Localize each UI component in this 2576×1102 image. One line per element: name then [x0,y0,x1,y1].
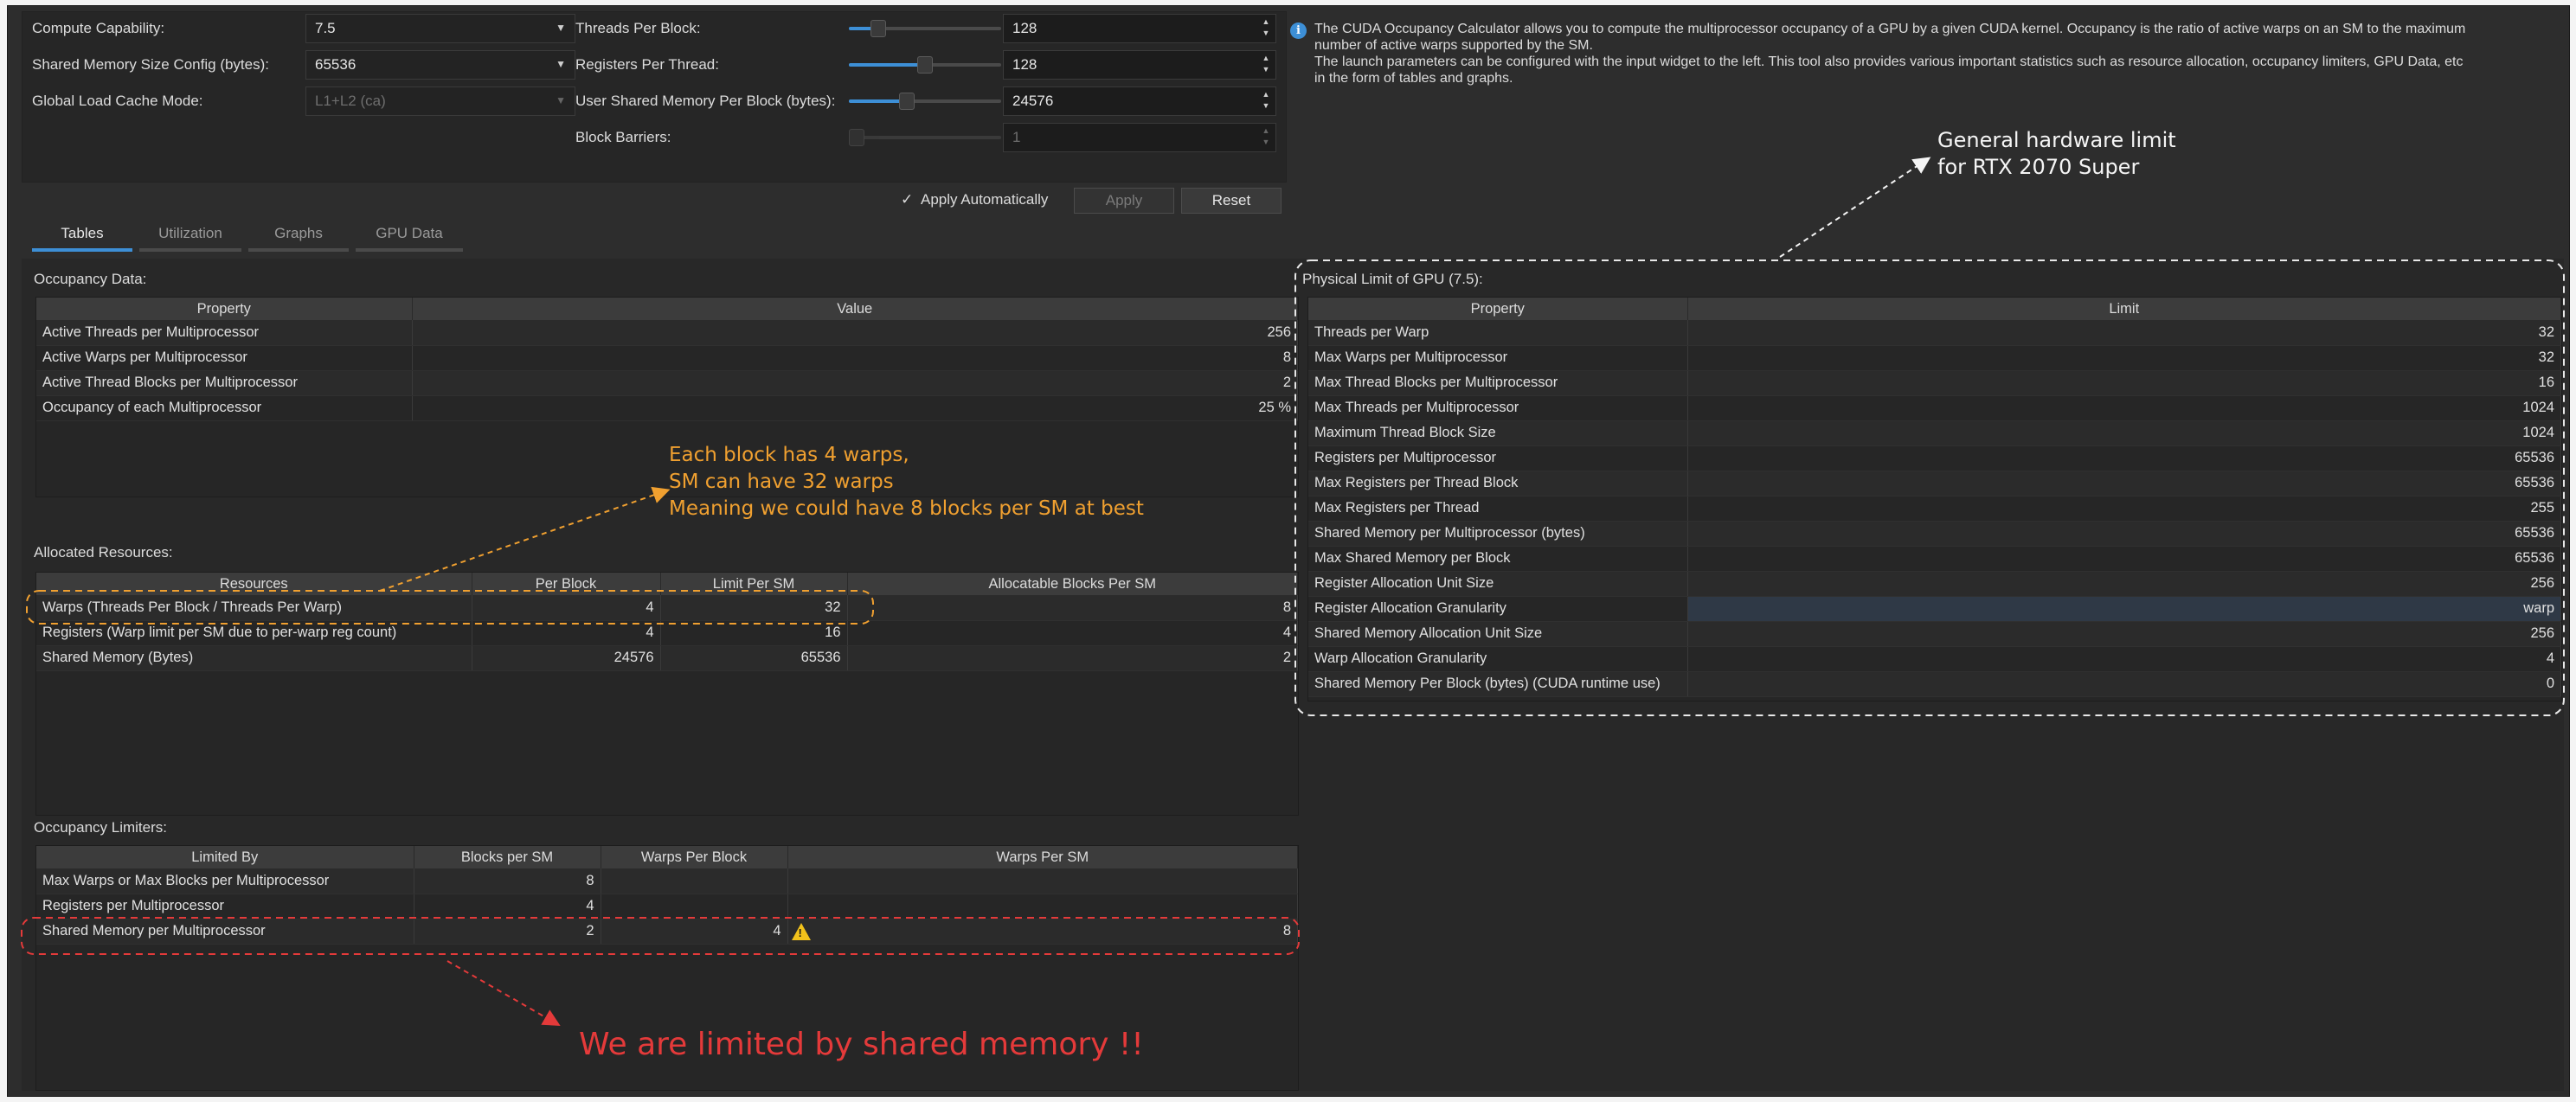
warps-row-highlight [26,590,874,625]
shared-memory-row-highlight [21,917,1300,955]
hw-arrow [1779,157,1931,258]
annotation-line: Meaning we could have 8 blocks per SM at… [669,497,1144,520]
warps-annotation: Each block has 4 warps, SM can have 32 w… [669,442,1144,522]
annotation-line: for RTX 2070 Super [1937,155,2140,179]
annotation-overlay [21,157,2565,1026]
limit-annotation: We are limited by shared memory !! [579,1027,1144,1062]
annotation-line: SM can have 32 warps [669,471,894,493]
warps-arrow [379,486,671,592]
hw-annotation: General hardware limit for RTX 2070 Supe… [1937,127,2176,181]
annotation-line: Each block has 4 warps, [669,444,909,466]
annotation-line: General hardware limit [1937,128,2176,152]
occupancy-calculator-window: Compute Capability: 7.5 ▼ Shared Memory … [7,5,2570,1097]
physical-limit-highlight [1294,259,2565,716]
limit-arrow [446,960,561,1026]
